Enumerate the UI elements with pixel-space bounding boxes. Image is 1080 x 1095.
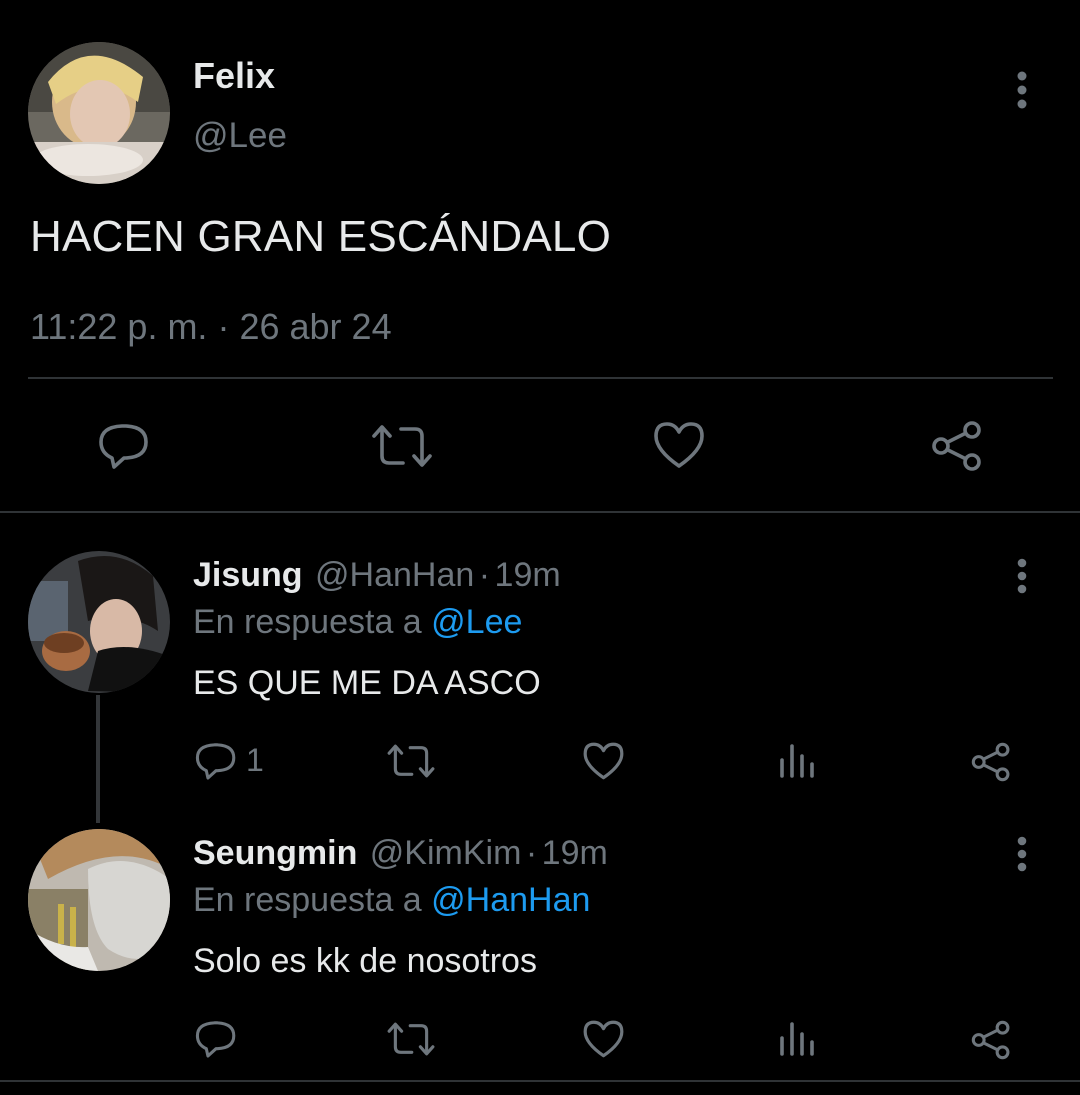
reply-context-prefix: En respuesta a bbox=[193, 603, 422, 641]
reply-author-name[interactable]: Seungmin bbox=[193, 834, 357, 872]
reply-count: 1 bbox=[246, 742, 264, 778]
share-icon[interactable] bbox=[930, 420, 984, 472]
like-icon[interactable] bbox=[652, 420, 706, 470]
analytics-icon[interactable] bbox=[778, 1020, 816, 1058]
more-options-icon[interactable] bbox=[1005, 558, 1039, 601]
share-icon[interactable] bbox=[970, 742, 1012, 782]
reply-handle[interactable]: @KimKim bbox=[370, 834, 522, 872]
divider bbox=[28, 377, 1053, 379]
retweet-icon[interactable] bbox=[386, 742, 436, 780]
reply-text: ES QUE ME DA ASCO bbox=[193, 664, 541, 702]
reply-avatar[interactable] bbox=[28, 551, 170, 693]
reply-icon[interactable] bbox=[195, 1018, 237, 1060]
timestamp-separator: · bbox=[217, 306, 230, 347]
tweet-time: 11:22 p. m. bbox=[30, 306, 208, 347]
divider bbox=[0, 511, 1080, 513]
author-handle[interactable]: @Lee bbox=[193, 116, 287, 156]
reply-context: En respuesta a @HanHan bbox=[193, 881, 590, 920]
reply-author-name[interactable]: Jisung bbox=[193, 556, 303, 594]
analytics-icon[interactable] bbox=[778, 742, 816, 780]
share-icon[interactable] bbox=[970, 1020, 1012, 1060]
meta-separator: · bbox=[478, 556, 491, 594]
retweet-icon[interactable] bbox=[386, 1020, 436, 1058]
reply-age[interactable]: 19m bbox=[495, 556, 561, 594]
reply-icon[interactable] bbox=[98, 420, 150, 472]
author-name[interactable]: Felix bbox=[193, 55, 275, 97]
reply-age[interactable]: 19m bbox=[542, 834, 608, 872]
reply-header: Jisung @HanHan · 19m bbox=[193, 556, 561, 595]
reply-context: En respuesta a @Lee bbox=[193, 603, 522, 642]
like-icon[interactable] bbox=[582, 1019, 625, 1059]
reply-handle[interactable]: @HanHan bbox=[315, 556, 474, 594]
reply-icon[interactable] bbox=[195, 740, 237, 782]
reply-context-prefix: En respuesta a bbox=[193, 881, 422, 919]
avatar-photo bbox=[28, 42, 170, 184]
divider bbox=[0, 1080, 1080, 1082]
reply-avatar[interactable] bbox=[28, 829, 170, 971]
author-avatar[interactable] bbox=[28, 42, 170, 184]
tweet-timestamp[interactable]: 11:22 p. m. · 26 abr 24 bbox=[30, 306, 392, 348]
like-icon[interactable] bbox=[582, 741, 625, 781]
more-options-icon[interactable] bbox=[1005, 70, 1039, 110]
retweet-icon[interactable] bbox=[370, 422, 434, 470]
tweet-date: 26 abr 24 bbox=[239, 306, 392, 347]
meta-separator: · bbox=[525, 834, 538, 872]
avatar-photo bbox=[28, 829, 170, 971]
thread-connector bbox=[96, 695, 100, 823]
tweet-text: HACEN GRAN ESCÁNDALO bbox=[30, 212, 612, 261]
more-options-icon[interactable] bbox=[1005, 836, 1039, 879]
reply-context-mention[interactable]: @Lee bbox=[431, 603, 522, 641]
reply-text: Solo es kk de nosotros bbox=[193, 942, 537, 980]
avatar-photo bbox=[28, 551, 170, 693]
reply-header: Seungmin @KimKim · 19m bbox=[193, 834, 608, 873]
reply-context-mention[interactable]: @HanHan bbox=[431, 881, 590, 919]
